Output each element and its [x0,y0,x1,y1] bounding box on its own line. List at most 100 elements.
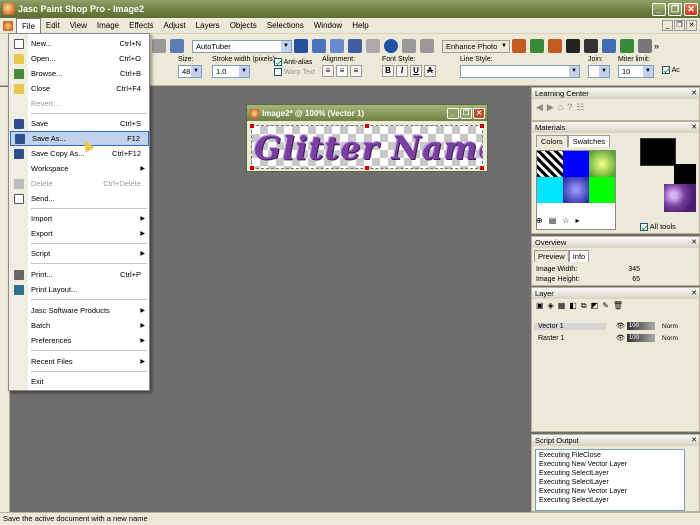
selection-handle[interactable] [365,166,369,170]
menu-item-script[interactable]: Script ▶ [10,246,149,261]
blend-mode[interactable]: Norm [662,323,688,330]
image-minimize-button[interactable]: _ [447,107,459,119]
delete-swatch-icon[interactable]: ▤ [549,216,557,225]
menu-item-workspace[interactable]: Workspace ▶ [10,161,149,176]
new-group-icon[interactable]: ▦ [558,301,566,311]
swatch[interactable] [589,177,615,203]
warp-text-checkbox[interactable] [274,68,282,76]
swatch[interactable] [537,151,563,177]
script-output-log[interactable]: Executing FileClose Executing New Vector… [535,449,685,511]
script-icon[interactable] [312,39,326,53]
strikethrough-button[interactable]: A [424,65,436,77]
selection-handle[interactable] [480,124,484,128]
trailing-checkbox[interactable] [662,66,670,74]
eye-icon[interactable]: 👁 [616,322,625,330]
edit-layer-icon[interactable]: ✎ [602,301,609,311]
record-icon[interactable] [384,39,398,53]
duplicate-layer-icon[interactable]: ⧉ [581,301,587,311]
image-maximize-button[interactable]: ❐ [460,107,472,119]
menu-item-close[interactable]: Close Ctrl+F4 [10,81,149,96]
menu-item-new[interactable]: New... Ctrl+N [10,36,149,51]
image-window-titlebar[interactable]: Image2* @ 100% (Vector 1) _ ❐ ✕ [247,105,487,121]
adjustment-layer-icon[interactable]: ◩ [591,301,599,311]
index-icon[interactable]: ☷ [576,102,584,113]
toolbar-overflow-icon[interactable]: » [654,41,659,51]
close-icon[interactable]: ✕ [691,237,697,248]
menu-item-save-as[interactable]: Save As... F12 [10,131,149,146]
join-select[interactable]: ▼ [588,65,610,78]
menu-selections[interactable]: Selections [262,18,309,33]
new-vector-layer-icon[interactable]: ◈ [548,301,554,311]
menu-adjust[interactable]: Adjust [158,18,190,33]
align-center-icon[interactable]: ≡ [336,65,348,77]
saturation-icon[interactable] [584,39,598,53]
all-tools-checkbox[interactable] [640,223,648,232]
app-icon[interactable] [3,3,15,15]
bold-button[interactable]: B [382,65,394,77]
miter-limit-input[interactable]: 10 ▼ [618,65,654,78]
menu-item-batch[interactable]: Batch ▶ [10,318,149,333]
foreground-color[interactable] [640,138,676,166]
tab-info[interactable]: Info [568,250,590,262]
selection-handle[interactable] [365,124,369,128]
menu-item-recent-files[interactable]: Recent Files ▶ [10,354,149,369]
menu-item-save[interactable]: Save Ctrl+S [10,116,149,131]
menu-item-send[interactable]: Send... [10,191,149,206]
close-icon[interactable]: ✕ [691,122,697,133]
selection-handle[interactable] [480,166,484,170]
swatch[interactable] [589,151,615,177]
menu-item-delete[interactable]: Delete Ctrl+Delete [10,176,149,191]
menu-item-print[interactable]: Print... Ctrl+P [10,267,149,282]
blend-mode[interactable]: Norm [662,335,688,342]
size-select[interactable]: 48 ▼ [178,65,202,78]
swatch[interactable] [563,177,589,203]
layer-row[interactable]: Raster 1 👁 100 Norm [534,332,699,344]
align-left-icon[interactable]: ≡ [322,65,334,77]
menu-item-browse[interactable]: Browse... Ctrl+B [10,66,149,81]
back-icon[interactable]: ◀ [536,102,543,113]
underline-button[interactable]: U [410,65,422,77]
image-canvas[interactable]: Glitter Name [251,125,483,169]
image-window[interactable]: Image2* @ 100% (Vector 1) _ ❐ ✕ Glitter … [246,104,488,172]
home-icon[interactable]: ⌂ [558,102,563,112]
minimize-button[interactable]: _ [652,2,666,16]
document-icon[interactable] [3,20,13,31]
menu-window[interactable]: Window [309,18,347,33]
tab-colors[interactable]: Colors [536,135,568,147]
mdi-close-button[interactable]: ✕ [686,20,697,31]
mdi-minimize-button[interactable]: _ [662,20,673,31]
italic-button[interactable]: I [396,65,408,77]
copy-icon[interactable] [170,39,184,53]
maximize-button[interactable]: ❐ [668,2,682,16]
close-button[interactable]: ✕ [684,2,698,16]
menu-file[interactable]: File [16,18,41,33]
layer-row[interactable]: Vector 1 👁 100 Norm [534,320,699,332]
menu-layers[interactable]: Layers [191,18,225,33]
delete-layer-icon[interactable]: 🗑 [613,301,623,311]
stop-icon[interactable] [420,39,434,53]
line-style-select[interactable]: ▼ [460,65,580,78]
menu-objects[interactable]: Objects [225,18,262,33]
menu-help[interactable]: Help [347,18,373,33]
swatch[interactable] [563,151,589,177]
swatch[interactable] [537,177,563,203]
menu-image[interactable]: Image [92,18,124,33]
menu-item-revert[interactable]: Revert... [10,96,149,111]
color-balance-icon[interactable] [530,39,544,53]
menu-effects[interactable]: Effects [124,18,158,33]
antialias-checkbox[interactable] [274,58,282,66]
selection-handle[interactable] [250,166,254,170]
swatch-view-icon[interactable]: ☆ [562,216,569,225]
selection-handle[interactable] [250,124,254,128]
close-icon[interactable]: ✕ [691,88,697,99]
cancel-script-icon[interactable] [366,39,380,53]
opacity-bar[interactable]: 100 [626,334,655,342]
overview-toggle-icon[interactable] [638,39,652,53]
image-close-button[interactable]: ✕ [473,107,485,119]
close-icon[interactable]: ✕ [691,288,697,299]
background-color[interactable] [674,164,696,184]
menu-view[interactable]: View [65,18,92,33]
tab-swatches[interactable]: Swatches [567,135,611,147]
stroke-width-input[interactable]: 1.0 ▼ [212,65,250,78]
contrast-icon[interactable] [548,39,562,53]
